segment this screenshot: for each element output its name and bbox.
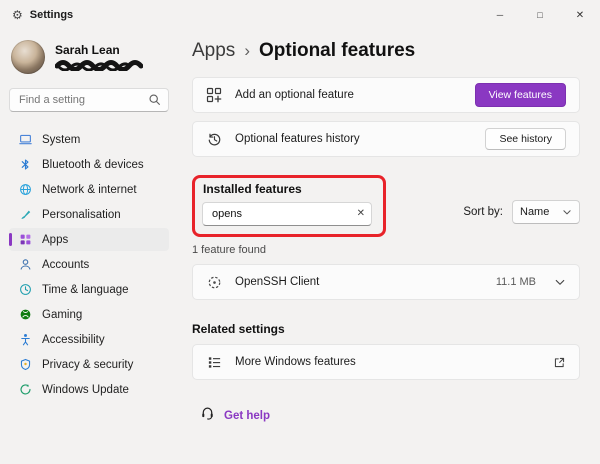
history-label: Optional features history [235, 133, 360, 145]
sidebar-item-windows-update[interactable]: Windows Update [9, 378, 169, 401]
network-globe-icon [19, 183, 32, 196]
openssh-row[interactable]: OpenSSH Client 11.1 MB [192, 264, 580, 300]
annotation-highlight: Installed features ✕ [192, 175, 386, 237]
page-title: Optional features [259, 40, 415, 62]
settings-gear-icon: ⚙ [12, 9, 23, 21]
sidebar-item-label: Accessibility [42, 334, 105, 346]
sidebar-item-privacy[interactable]: Privacy & security [9, 353, 169, 376]
user-name: Sarah Lean [55, 43, 143, 57]
feature-list-icon [206, 355, 222, 370]
result-count: 1 feature found [192, 244, 580, 256]
xbox-icon [19, 308, 32, 321]
sidebar-item-label: Personalisation [42, 209, 121, 221]
breadcrumb: Apps › Optional features [192, 40, 580, 62]
more-features-label: More Windows features [235, 356, 356, 368]
sidebar-item-label: Privacy & security [42, 359, 133, 371]
sidebar-item-label: Accounts [42, 259, 89, 271]
sidebar-item-accessibility[interactable]: Accessibility [9, 328, 169, 351]
sort-by-label: Sort by: [463, 206, 503, 218]
sidebar-item-label: Apps [42, 234, 68, 246]
clear-search-icon[interactable]: ✕ [357, 207, 365, 220]
view-features-button[interactable]: View features [475, 83, 566, 107]
shield-icon [19, 358, 32, 371]
system-icon [19, 133, 32, 146]
expand-chevron-down-icon[interactable] [554, 276, 566, 288]
minimize-icon[interactable]: ─ [480, 0, 520, 30]
sidebar-item-bluetooth[interactable]: Bluetooth & devices [9, 153, 169, 176]
sidebar-item-apps[interactable]: Apps [9, 228, 169, 251]
accessibility-person-icon [19, 333, 32, 346]
feature-size: 11.1 MB [496, 276, 536, 288]
close-icon[interactable]: ✕ [560, 0, 600, 30]
person-icon [19, 258, 32, 271]
more-windows-features-row[interactable]: More Windows features [192, 344, 580, 380]
maximize-icon[interactable]: □ [520, 0, 560, 30]
see-history-button[interactable]: See history [485, 128, 566, 150]
chevron-right-icon: › [244, 41, 250, 61]
sidebar-item-label: Gaming [42, 309, 82, 321]
sidebar-item-network[interactable]: Network & internet [9, 178, 169, 201]
sidebar: Sarah Lean System Bluetooth & devices Ne… [0, 30, 178, 464]
add-feature-row: Add an optional feature View features [192, 77, 580, 113]
related-settings-heading: Related settings [192, 322, 580, 336]
user-profile[interactable]: Sarah Lean [9, 36, 169, 74]
clock-icon [19, 283, 32, 296]
sidebar-item-label: System [42, 134, 80, 146]
history-icon [206, 132, 222, 147]
openssh-icon [206, 275, 222, 290]
sidebar-nav: System Bluetooth & devices Network & int… [9, 128, 169, 401]
history-row: Optional features history See history [192, 121, 580, 157]
external-link-icon[interactable] [553, 356, 566, 369]
get-help-row: Get help [192, 406, 580, 426]
avatar[interactable] [11, 40, 45, 74]
sort-dropdown[interactable]: Name [512, 200, 580, 224]
sidebar-item-personalisation[interactable]: Personalisation [9, 203, 169, 226]
redaction-scribble-icon [55, 60, 143, 71]
settings-window: { "titlebar": { "title": "Settings" }, "… [0, 0, 600, 464]
breadcrumb-apps[interactable]: Apps [192, 40, 235, 62]
sidebar-item-label: Windows Update [42, 384, 129, 396]
apps-icon [19, 233, 32, 246]
installed-features-heading: Installed features [203, 182, 372, 196]
add-feature-label: Add an optional feature [235, 89, 354, 101]
feature-search-input[interactable] [202, 202, 372, 226]
bluetooth-icon [19, 158, 32, 171]
sidebar-item-label: Network & internet [42, 184, 137, 196]
sidebar-item-label: Time & language [42, 284, 129, 296]
sort-controls: Sort by: Name [463, 200, 580, 224]
chevron-down-icon [562, 207, 572, 217]
window-controls: ─ □ ✕ [480, 0, 600, 30]
grid-plus-icon [206, 87, 222, 103]
sidebar-item-time-language[interactable]: Time & language [9, 278, 169, 301]
get-help-icon [200, 406, 215, 426]
app-title: Settings [30, 9, 73, 21]
get-help-link[interactable]: Get help [224, 410, 270, 422]
update-arrows-icon [19, 383, 32, 396]
selected-indicator [9, 233, 12, 246]
search-input[interactable] [9, 88, 169, 112]
sidebar-item-gaming[interactable]: Gaming [9, 303, 169, 326]
paintbrush-icon [19, 208, 32, 221]
feature-name: OpenSSH Client [235, 276, 319, 288]
search-icon [148, 93, 161, 111]
sidebar-item-label: Bluetooth & devices [42, 159, 144, 171]
sidebar-item-accounts[interactable]: Accounts [9, 253, 169, 276]
main-content: Apps › Optional features Add an optional… [178, 30, 600, 464]
sort-value: Name [520, 206, 549, 218]
sidebar-item-system[interactable]: System [9, 128, 169, 151]
